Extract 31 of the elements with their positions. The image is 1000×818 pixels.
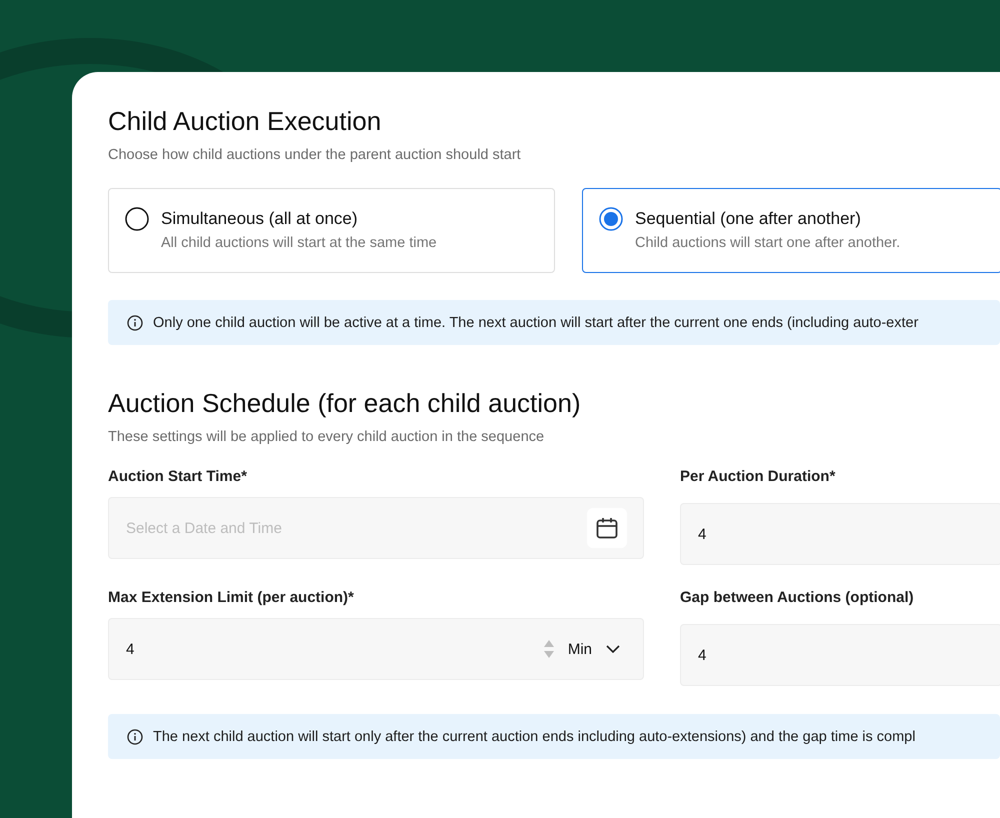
field-value: 4 [698,526,708,542]
chevron-down-icon [606,645,620,653]
field-label: Per Auction Duration* [680,468,836,485]
number-field[interactable]: 4 [680,624,1000,686]
section-title: Auction Schedule (for each child auction) [108,388,582,419]
radio-button[interactable] [599,207,623,231]
option-label: Simultaneous (all at once) [161,209,359,229]
field-label: Auction Start Time* [108,468,248,485]
option-description: All child auctions will start at the same time [161,235,437,251]
section-subtitle: Choose how child auctions under the parent auction should start [108,147,522,163]
field-value: 4 [698,646,708,664]
number-field[interactable]: 4 [680,503,1000,565]
info-message: Only one child auction will be active at a time. The next auction will start after the current one ends (including auto-exter [153,314,918,330]
date-placeholder: Select a Date and Time [126,520,283,536]
section-title: Child Auction Execution [108,106,382,137]
calendar-icon [595,516,619,540]
info-icon [127,314,143,330]
calendar-button[interactable] [587,508,627,548]
field-label: Gap between Auctions (optional) [680,589,915,606]
section-subtitle: These settings will be applied to every child auction in the sequence [108,429,546,445]
radio-button[interactable] [125,207,149,231]
unit-dropdown[interactable]: Min [568,640,626,658]
info-icon [127,728,143,744]
option-description: Child auctions will start one after another. [635,235,900,251]
field-label: Max Extension Limit (per auction)* [108,589,355,606]
number-field[interactable]: 4 Min [108,618,644,680]
option-card[interactable]: Simultaneous (all at once) All child auctions will start at the same time [108,188,555,273]
info-message: The next child auction will start only after the current auction ends including auto-extensions) and the gap time is compl [153,728,916,744]
field-value: 4 [126,640,136,658]
option-label: Sequential (one after another) [635,209,862,229]
option-card[interactable]: Sequential (one after another) Child auctions will start one after another. [582,188,1000,273]
